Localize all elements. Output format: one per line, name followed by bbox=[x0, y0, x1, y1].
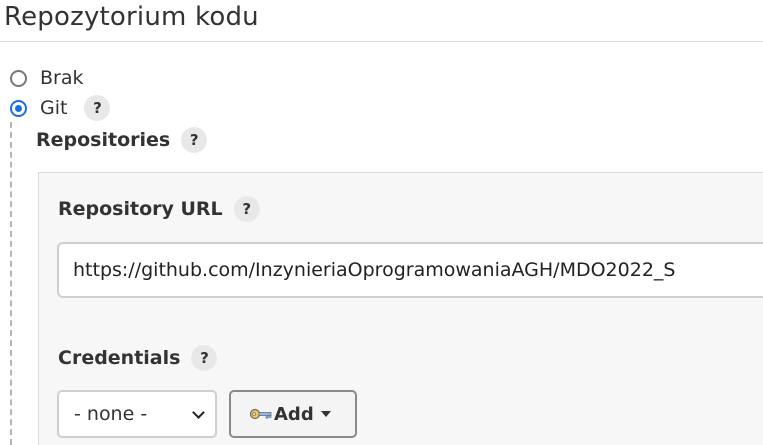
repository-url-input[interactable] bbox=[57, 242, 763, 298]
radio-git-button[interactable] bbox=[10, 99, 27, 117]
repository-url-heading: Repository URL ? bbox=[58, 195, 260, 223]
radio-option-none[interactable]: Brak bbox=[10, 66, 84, 90]
caret-down-icon bbox=[320, 411, 331, 417]
radio-none-button[interactable] bbox=[10, 69, 27, 87]
repository-url-label: Repository URL bbox=[58, 198, 223, 220]
radio-option-git[interactable]: Git ? bbox=[10, 95, 111, 121]
credentials-help-icon[interactable]: ? bbox=[191, 345, 218, 371]
credentials-selected-value: - none - bbox=[74, 403, 148, 425]
repositories-help-icon[interactable]: ? bbox=[181, 127, 208, 153]
add-button-label: Add bbox=[274, 403, 314, 425]
section-title: Repozytorium kodu bbox=[4, 2, 259, 32]
chevron-down-icon bbox=[192, 406, 205, 419]
repository-url-help-icon[interactable]: ? bbox=[233, 196, 260, 222]
scm-config-page: Repozytorium kodu Brak Git ? Repositorie… bbox=[0, 0, 763, 445]
nested-section-guide bbox=[10, 122, 12, 445]
credentials-heading: Credentials ? bbox=[58, 344, 218, 372]
credentials-select[interactable]: - none - bbox=[57, 390, 217, 438]
add-credentials-button[interactable]: Add bbox=[229, 390, 357, 438]
section-divider bbox=[0, 41, 763, 42]
credentials-label: Credentials bbox=[58, 347, 181, 369]
repositories-heading: Repositories ? bbox=[36, 126, 208, 154]
repositories-label: Repositories bbox=[36, 129, 171, 151]
key-icon bbox=[249, 408, 272, 420]
radio-none-label: Brak bbox=[40, 67, 84, 89]
git-help-icon[interactable]: ? bbox=[84, 95, 111, 121]
radio-git-label: Git bbox=[40, 97, 68, 119]
